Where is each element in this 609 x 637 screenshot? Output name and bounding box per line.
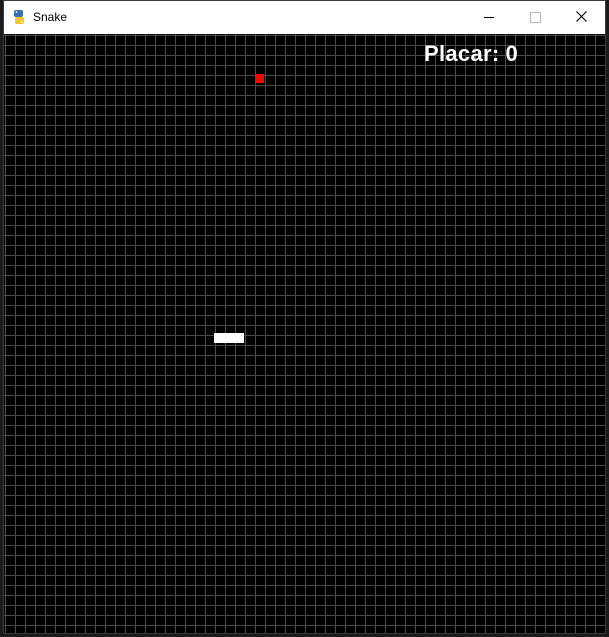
close-icon [575, 9, 587, 27]
minimize-button[interactable] [466, 1, 512, 34]
minimize-icon [484, 17, 494, 18]
window-title: Snake [33, 10, 68, 24]
maximize-icon [529, 12, 541, 23]
food-pellet [255, 74, 264, 83]
title-bar[interactable]: Snake [4, 1, 605, 34]
game-board[interactable]: Placar: 0 [4, 34, 605, 633]
score-display: Placar: 0 [424, 41, 518, 67]
score-value: 0 [505, 41, 519, 66]
close-button[interactable] [558, 1, 604, 34]
python-icon [12, 9, 26, 25]
game-window: Snake Placar: 0 [3, 0, 606, 634]
maximize-button[interactable] [512, 1, 558, 34]
snake-body [214, 333, 244, 343]
score-label: Placar: [424, 41, 500, 66]
